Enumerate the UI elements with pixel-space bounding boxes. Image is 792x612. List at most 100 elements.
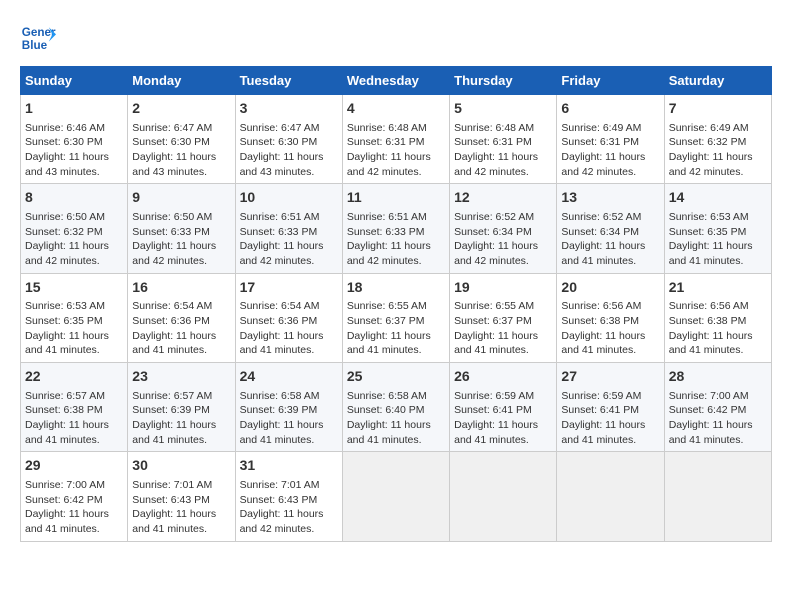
day-number: 30 [132,456,230,476]
day-info: Sunrise: 6:48 AM Sunset: 6:31 PM Dayligh… [454,121,552,180]
calendar-day: 26 Sunrise: 6:59 AM Sunset: 6:41 PM Dayl… [450,363,557,452]
day-number: 10 [240,188,338,208]
day-number: 3 [240,99,338,119]
calendar-week-5: 29 Sunrise: 7:00 AM Sunset: 6:42 PM Dayl… [21,452,772,541]
calendar-day: 17 Sunrise: 6:54 AM Sunset: 6:36 PM Dayl… [235,273,342,362]
day-number: 29 [25,456,123,476]
calendar-day: 30 Sunrise: 7:01 AM Sunset: 6:43 PM Dayl… [128,452,235,541]
calendar-day [557,452,664,541]
day-info: Sunrise: 6:47 AM Sunset: 6:30 PM Dayligh… [240,121,338,180]
day-info: Sunrise: 6:51 AM Sunset: 6:33 PM Dayligh… [240,210,338,269]
calendar-day: 25 Sunrise: 6:58 AM Sunset: 6:40 PM Dayl… [342,363,449,452]
day-info: Sunrise: 6:57 AM Sunset: 6:38 PM Dayligh… [25,389,123,448]
header-saturday: Saturday [664,67,771,95]
calendar-table: SundayMondayTuesdayWednesdayThursdayFrid… [20,66,772,542]
day-info: Sunrise: 7:00 AM Sunset: 6:42 PM Dayligh… [25,478,123,537]
day-number: 17 [240,278,338,298]
day-number: 22 [25,367,123,387]
calendar-day: 13 Sunrise: 6:52 AM Sunset: 6:34 PM Dayl… [557,184,664,273]
calendar-day: 21 Sunrise: 6:56 AM Sunset: 6:38 PM Dayl… [664,273,771,362]
svg-text:Blue: Blue [22,39,48,52]
day-number: 16 [132,278,230,298]
day-info: Sunrise: 6:52 AM Sunset: 6:34 PM Dayligh… [454,210,552,269]
calendar-day: 24 Sunrise: 6:58 AM Sunset: 6:39 PM Dayl… [235,363,342,452]
calendar-day: 16 Sunrise: 6:54 AM Sunset: 6:36 PM Dayl… [128,273,235,362]
day-info: Sunrise: 6:52 AM Sunset: 6:34 PM Dayligh… [561,210,659,269]
day-info: Sunrise: 6:47 AM Sunset: 6:30 PM Dayligh… [132,121,230,180]
svg-text:General: General [22,26,56,39]
day-number: 25 [347,367,445,387]
day-info: Sunrise: 7:01 AM Sunset: 6:43 PM Dayligh… [240,478,338,537]
calendar-day: 14 Sunrise: 6:53 AM Sunset: 6:35 PM Dayl… [664,184,771,273]
day-info: Sunrise: 6:48 AM Sunset: 6:31 PM Dayligh… [347,121,445,180]
header-tuesday: Tuesday [235,67,342,95]
day-number: 8 [25,188,123,208]
day-number: 9 [132,188,230,208]
calendar-day: 9 Sunrise: 6:50 AM Sunset: 6:33 PM Dayli… [128,184,235,273]
calendar-week-1: 1 Sunrise: 6:46 AM Sunset: 6:30 PM Dayli… [21,95,772,184]
day-number: 13 [561,188,659,208]
day-number: 19 [454,278,552,298]
day-number: 6 [561,99,659,119]
day-info: Sunrise: 6:57 AM Sunset: 6:39 PM Dayligh… [132,389,230,448]
calendar-day: 28 Sunrise: 7:00 AM Sunset: 6:42 PM Dayl… [664,363,771,452]
calendar-day [450,452,557,541]
day-number: 28 [669,367,767,387]
calendar-day: 1 Sunrise: 6:46 AM Sunset: 6:30 PM Dayli… [21,95,128,184]
day-info: Sunrise: 6:54 AM Sunset: 6:36 PM Dayligh… [132,299,230,358]
calendar-header-row: SundayMondayTuesdayWednesdayThursdayFrid… [21,67,772,95]
header-monday: Monday [128,67,235,95]
day-number: 27 [561,367,659,387]
day-info: Sunrise: 6:50 AM Sunset: 6:32 PM Dayligh… [25,210,123,269]
day-number: 4 [347,99,445,119]
day-number: 12 [454,188,552,208]
calendar-day: 27 Sunrise: 6:59 AM Sunset: 6:41 PM Dayl… [557,363,664,452]
calendar-day: 11 Sunrise: 6:51 AM Sunset: 6:33 PM Dayl… [342,184,449,273]
calendar-day: 2 Sunrise: 6:47 AM Sunset: 6:30 PM Dayli… [128,95,235,184]
calendar-day: 19 Sunrise: 6:55 AM Sunset: 6:37 PM Dayl… [450,273,557,362]
logo-icon: General Blue [20,20,56,56]
calendar-day [664,452,771,541]
header-friday: Friday [557,67,664,95]
day-info: Sunrise: 6:56 AM Sunset: 6:38 PM Dayligh… [561,299,659,358]
calendar-week-3: 15 Sunrise: 6:53 AM Sunset: 6:35 PM Dayl… [21,273,772,362]
calendar-day [342,452,449,541]
calendar-day: 7 Sunrise: 6:49 AM Sunset: 6:32 PM Dayli… [664,95,771,184]
day-number: 7 [669,99,767,119]
calendar-week-2: 8 Sunrise: 6:50 AM Sunset: 6:32 PM Dayli… [21,184,772,273]
header-wednesday: Wednesday [342,67,449,95]
day-info: Sunrise: 6:53 AM Sunset: 6:35 PM Dayligh… [25,299,123,358]
calendar-day: 22 Sunrise: 6:57 AM Sunset: 6:38 PM Dayl… [21,363,128,452]
day-number: 15 [25,278,123,298]
calendar-day: 15 Sunrise: 6:53 AM Sunset: 6:35 PM Dayl… [21,273,128,362]
day-number: 31 [240,456,338,476]
day-info: Sunrise: 6:58 AM Sunset: 6:39 PM Dayligh… [240,389,338,448]
day-number: 18 [347,278,445,298]
day-info: Sunrise: 6:50 AM Sunset: 6:33 PM Dayligh… [132,210,230,269]
calendar-day: 18 Sunrise: 6:55 AM Sunset: 6:37 PM Dayl… [342,273,449,362]
day-number: 24 [240,367,338,387]
day-info: Sunrise: 6:55 AM Sunset: 6:37 PM Dayligh… [454,299,552,358]
day-info: Sunrise: 6:56 AM Sunset: 6:38 PM Dayligh… [669,299,767,358]
day-number: 2 [132,99,230,119]
day-number: 11 [347,188,445,208]
day-info: Sunrise: 6:58 AM Sunset: 6:40 PM Dayligh… [347,389,445,448]
calendar-day: 3 Sunrise: 6:47 AM Sunset: 6:30 PM Dayli… [235,95,342,184]
day-info: Sunrise: 6:55 AM Sunset: 6:37 PM Dayligh… [347,299,445,358]
header-sunday: Sunday [21,67,128,95]
calendar-day: 8 Sunrise: 6:50 AM Sunset: 6:32 PM Dayli… [21,184,128,273]
day-number: 23 [132,367,230,387]
calendar-day: 5 Sunrise: 6:48 AM Sunset: 6:31 PM Dayli… [450,95,557,184]
calendar-day: 31 Sunrise: 7:01 AM Sunset: 6:43 PM Dayl… [235,452,342,541]
calendar-day: 6 Sunrise: 6:49 AM Sunset: 6:31 PM Dayli… [557,95,664,184]
day-number: 14 [669,188,767,208]
day-number: 20 [561,278,659,298]
day-info: Sunrise: 6:59 AM Sunset: 6:41 PM Dayligh… [561,389,659,448]
day-info: Sunrise: 6:46 AM Sunset: 6:30 PM Dayligh… [25,121,123,180]
day-info: Sunrise: 7:01 AM Sunset: 6:43 PM Dayligh… [132,478,230,537]
day-info: Sunrise: 6:59 AM Sunset: 6:41 PM Dayligh… [454,389,552,448]
calendar-day: 4 Sunrise: 6:48 AM Sunset: 6:31 PM Dayli… [342,95,449,184]
day-number: 1 [25,99,123,119]
day-info: Sunrise: 6:49 AM Sunset: 6:31 PM Dayligh… [561,121,659,180]
calendar-day: 29 Sunrise: 7:00 AM Sunset: 6:42 PM Dayl… [21,452,128,541]
